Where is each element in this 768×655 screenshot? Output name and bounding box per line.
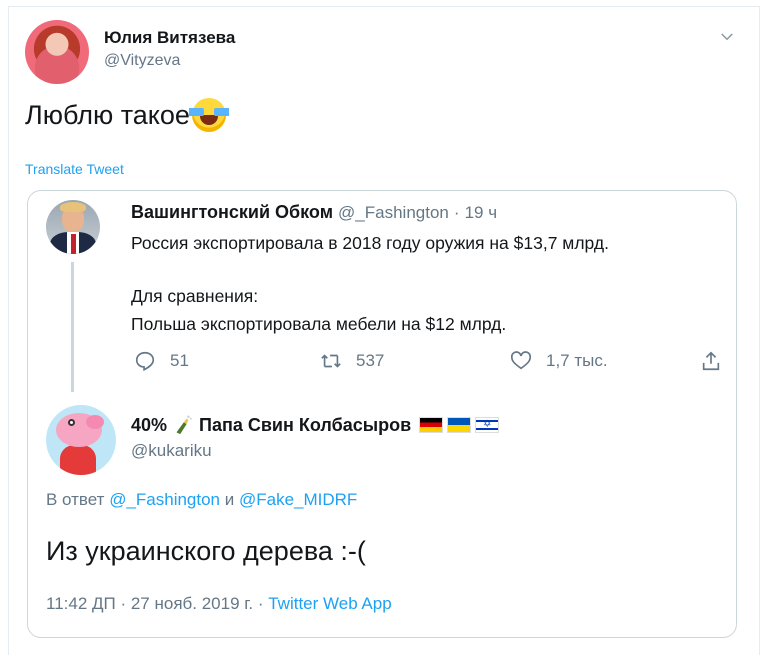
author-avatar[interactable] — [25, 20, 89, 84]
reply-text: Из украинского дерева :-( — [46, 536, 366, 566]
reply-icon — [135, 351, 155, 372]
like-action[interactable]: 1,7 тыс. — [510, 350, 608, 372]
retweet-icon — [321, 354, 341, 368]
author-handle[interactable]: @Vityzeva — [104, 52, 180, 70]
retweet-action[interactable]: 537 — [320, 350, 384, 372]
quoted-author-name[interactable]: Вашингтонский Обком — [131, 202, 333, 222]
face-with-tears-of-joy-icon — [188, 98, 229, 132]
reply-to-line: В ответ @_Fashington и @Fake_MIDRF — [46, 490, 357, 510]
tweet-text: Люблю такое — [25, 98, 229, 132]
translate-tweet-link[interactable]: Translate Tweet — [25, 161, 124, 177]
quoted-time[interactable]: 19 ч — [465, 203, 498, 222]
reply-author-name[interactable]: 40% Папа Свин Колбасыров — [131, 414, 500, 436]
retweet-count: 537 — [356, 351, 385, 370]
thread-connector-line — [71, 262, 74, 392]
tweet-text-content: Люблю такое — [25, 99, 190, 130]
chevron-down-icon[interactable] — [718, 28, 736, 46]
reply-meta: 11:42 ДП · 27 нояб. 2019 г. · Twitter We… — [46, 594, 392, 614]
reply-to-user-2[interactable]: @Fake_MIDRF — [239, 490, 357, 509]
reply-to-and: и — [224, 490, 235, 509]
reply-author-avatar[interactable] — [46, 405, 116, 475]
quoted-text-line-1: Россия экспортировала в 2018 году оружия… — [131, 233, 609, 253]
reply-source[interactable]: Twitter Web App — [268, 594, 391, 613]
quoted-header: Вашингтонский Обком @_Fashington · 19 ч — [131, 202, 497, 223]
reply-name-main: Папа Свин Колбасыров — [199, 414, 412, 435]
reply-to-prefix: В ответ — [46, 490, 105, 509]
share-action[interactable] — [700, 350, 736, 372]
reply-author-handle[interactable]: @kukariku — [131, 441, 212, 461]
meta-separator: · — [453, 203, 460, 222]
quoted-text-line-2: Для сравнения: — [131, 286, 259, 306]
reply-count: 51 — [170, 351, 189, 370]
share-icon — [702, 351, 720, 371]
author-name[interactable]: Юлия Витязева — [104, 28, 235, 48]
champagne-bottle-icon — [176, 415, 192, 435]
like-count: 1,7 тыс. — [546, 351, 608, 370]
germany-flag-icon — [419, 417, 444, 433]
ukraine-flag-icon — [447, 417, 472, 433]
quoted-author-handle[interactable]: @_Fashington — [338, 203, 449, 222]
reply-timestamp[interactable]: 11:42 ДП · 27 нояб. 2019 г. · — [46, 594, 263, 613]
quoted-text-line-3: Польша экспортировала мебели на $12 млрд… — [131, 314, 507, 334]
heart-icon — [511, 351, 531, 370]
quoted-author-avatar[interactable] — [46, 200, 100, 254]
reply-action[interactable]: 51 — [134, 350, 189, 372]
reply-to-user-1[interactable]: @_Fashington — [109, 490, 220, 509]
reply-name-prefix: 40% — [131, 414, 168, 435]
israel-flag-icon — [475, 417, 500, 433]
